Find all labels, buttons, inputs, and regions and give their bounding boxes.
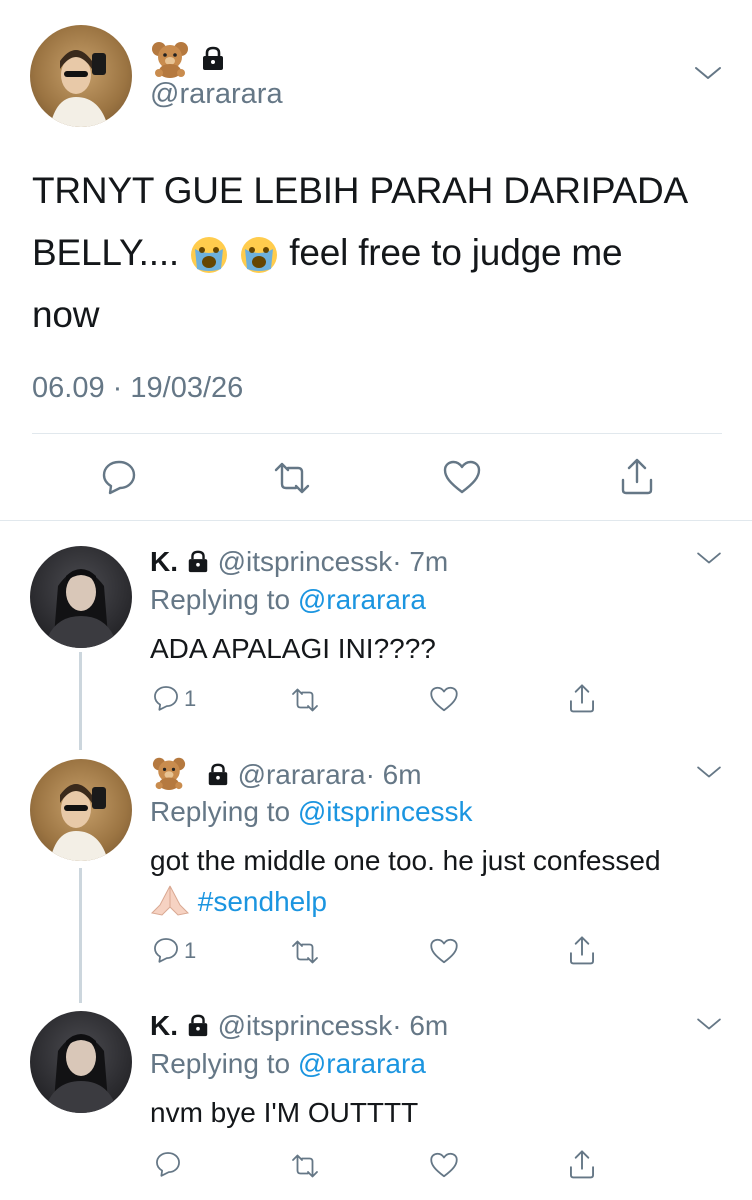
- reply-count: 1: [184, 686, 197, 711]
- reply-button[interactable]: [152, 684, 180, 712]
- reply-text: ADA APALAGI INI????: [150, 633, 436, 664]
- thread-connector: [79, 652, 82, 750]
- retweet-icon: [292, 688, 318, 712]
- heart-icon: [430, 1152, 458, 1178]
- thread-connector: [79, 868, 82, 1003]
- share-icon: [570, 936, 594, 965]
- divider: [32, 433, 722, 434]
- lock-icon: [186, 1013, 210, 1037]
- user-handle[interactable]: @itsprincessk: [218, 1010, 393, 1041]
- like-button[interactable]: [429, 685, 459, 713]
- user-handle[interactable]: @itsprincessk: [218, 546, 393, 577]
- tweet-time: 06.09: [32, 372, 105, 404]
- user-handle[interactable]: @rarararа: [150, 78, 283, 111]
- crying-face-emoji: [239, 235, 279, 275]
- reply-header: @rarararа· 6m: [150, 756, 422, 791]
- comment-icon: [102, 460, 136, 495]
- tweet-text-line: BELLY.... feel free to judge me: [32, 222, 722, 284]
- avatar[interactable]: [30, 759, 132, 861]
- heart-icon: [430, 686, 458, 712]
- chevron-down-icon[interactable]: [694, 1014, 724, 1034]
- comment-icon: [154, 686, 178, 711]
- reply-button[interactable]: [152, 936, 180, 964]
- tweet-text-line: TRNYT GUE LEBIH PARAH DARIPADA: [32, 170, 689, 211]
- share-button[interactable]: [567, 934, 597, 966]
- retweet-button[interactable]: [272, 460, 312, 496]
- replying-to-label: Replying to: [150, 1048, 291, 1079]
- comment-icon: [154, 938, 178, 963]
- reply-time: · 6m: [365, 759, 422, 790]
- retweet-icon: [292, 940, 318, 964]
- like-button[interactable]: [442, 459, 482, 495]
- user-handle[interactable]: @rarararа: [238, 759, 366, 790]
- display-name[interactable]: K.: [150, 1010, 178, 1041]
- share-button[interactable]: [618, 456, 656, 496]
- share-button[interactable]: [567, 682, 597, 714]
- share-icon: [570, 1150, 594, 1179]
- lock-icon: [186, 549, 210, 573]
- avatar[interactable]: [30, 25, 132, 127]
- avatar-photo: [44, 569, 118, 648]
- chevron-down-icon[interactable]: [694, 548, 724, 568]
- reply-header: K. @itsprincessk· 7m: [150, 546, 448, 578]
- lock-icon: [200, 45, 226, 71]
- comment-icon: [156, 1152, 180, 1177]
- avatar[interactable]: [30, 546, 132, 648]
- lock-icon: [206, 762, 230, 786]
- avatar-photo: [50, 50, 108, 127]
- share-icon: [570, 684, 594, 713]
- tweet-date: 19/03/26: [130, 372, 244, 404]
- reply-text-line: got the middle one too. he just confesse…: [150, 845, 661, 876]
- avatar-photo: [44, 1034, 118, 1113]
- reply-text: got the middle one too. he just confesse…: [150, 840, 740, 922]
- display-name[interactable]: K.: [150, 546, 178, 577]
- chevron-down-icon[interactable]: [692, 62, 724, 84]
- heart-icon: [443, 460, 481, 494]
- replying-to: Replying to @rarararа: [150, 584, 426, 616]
- replying-to-link[interactable]: @rarararа: [298, 1048, 426, 1079]
- heart-icon: [430, 938, 458, 964]
- tweet-text-segment: feel free to judge me: [289, 232, 623, 273]
- retweet-button[interactable]: [290, 938, 320, 966]
- like-button[interactable]: [429, 937, 459, 965]
- timestamp-separator: ·: [112, 372, 123, 404]
- reply-button[interactable]: [154, 1150, 182, 1178]
- replying-to-link[interactable]: @itsprincessk: [298, 796, 473, 827]
- teddy-bear-emoji: [150, 756, 188, 790]
- reply-time: · 6m: [392, 1010, 449, 1041]
- tweet-timestamp[interactable]: 06.09 · 19/03/26: [32, 372, 243, 405]
- retweet-icon: [292, 1154, 318, 1178]
- like-button[interactable]: [429, 1151, 459, 1179]
- tweet-text: TRNYT GUE LEBIH PARAH DARIPADA BELLY....…: [32, 160, 722, 346]
- divider: [0, 520, 752, 521]
- retweet-icon: [274, 462, 310, 494]
- hashtag-link[interactable]: #sendhelp: [198, 886, 327, 917]
- tweet-text-segment: BELLY....: [32, 232, 179, 273]
- reply-text: nvm bye I'M OUTTTT: [150, 1097, 419, 1128]
- replying-to-link[interactable]: @rarararа: [298, 584, 426, 615]
- replying-to-label: Replying to: [150, 584, 291, 615]
- folded-hands-emoji: [150, 883, 190, 917]
- crying-face-emoji: [189, 235, 229, 275]
- share-icon: [621, 458, 653, 495]
- reply-button[interactable]: [100, 458, 138, 496]
- avatar-photo: [50, 784, 108, 861]
- tweet-text-line: now: [32, 294, 100, 335]
- reply-time: · 7m: [392, 546, 449, 577]
- replying-to: Replying to @rarararа: [150, 1048, 426, 1080]
- share-button[interactable]: [567, 1148, 597, 1180]
- retweet-button[interactable]: [290, 686, 320, 714]
- replying-to-label: Replying to: [150, 796, 291, 827]
- replying-to: Replying to @itsprincessk: [150, 796, 473, 828]
- reply-header: K. @itsprincessk· 6m: [150, 1010, 448, 1042]
- chevron-down-icon[interactable]: [694, 762, 724, 782]
- avatar[interactable]: [30, 1011, 132, 1113]
- retweet-button[interactable]: [290, 1152, 320, 1180]
- reply-count: 1: [184, 938, 197, 963]
- reply-text-line: #sendhelp: [150, 881, 740, 922]
